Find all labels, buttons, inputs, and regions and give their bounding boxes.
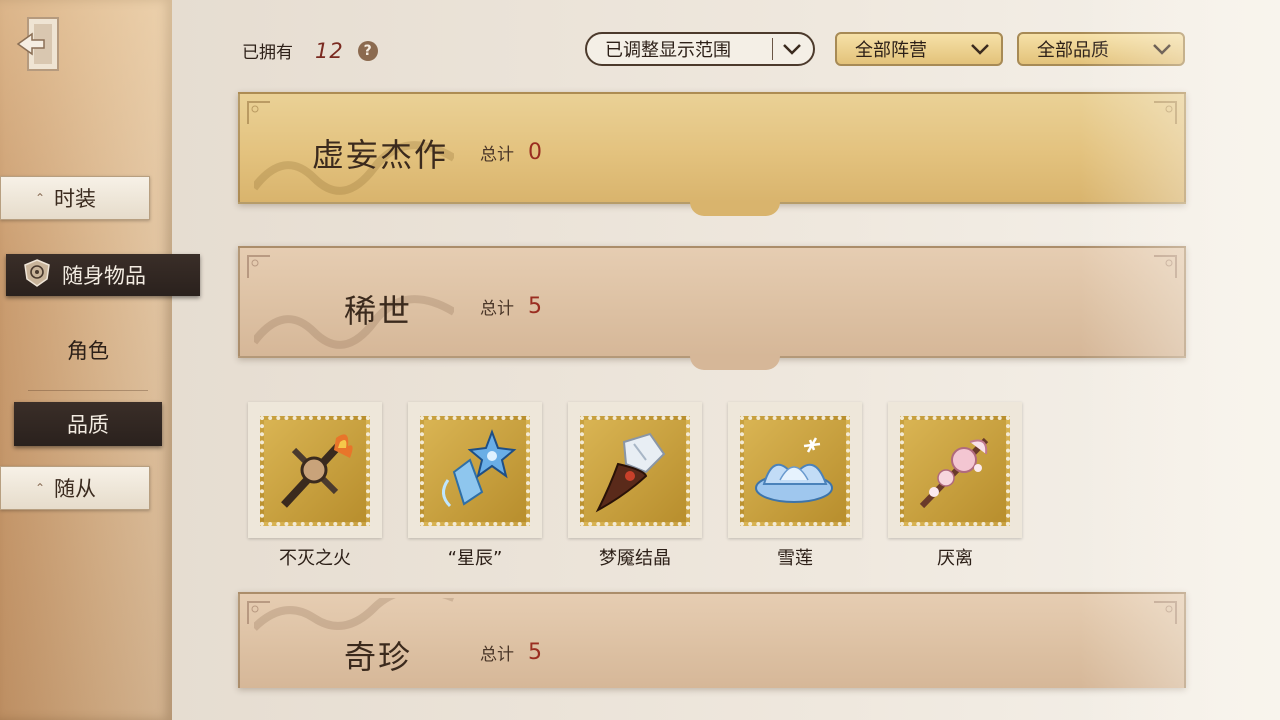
nightmare-crystal-icon xyxy=(580,416,690,526)
shield-icon xyxy=(22,258,52,293)
owned-label: 已拥有 xyxy=(242,43,293,63)
item-card[interactable]: 不灭之火 xyxy=(248,402,382,570)
dropdown-label: 已调整显示范围 xyxy=(605,40,731,61)
corner-ornament-icon xyxy=(1154,101,1177,124)
pink-blossom-icon xyxy=(900,416,1010,526)
section-tab xyxy=(690,356,780,370)
total-count: 5 xyxy=(528,294,542,319)
sidebar-item-fashion[interactable]: ⌃ 时装 xyxy=(0,176,150,220)
sidebar-item-label: 随身物品 xyxy=(62,264,146,288)
corner-ornament-icon xyxy=(1154,255,1177,278)
item-name: “星辰” xyxy=(447,548,503,569)
section-banner-masterpiece[interactable]: 虚妄杰作 总计 0 xyxy=(238,92,1186,216)
section-title: 稀世 xyxy=(344,292,413,330)
section-title: 虚妄杰作 xyxy=(312,136,449,174)
corner-ornament-icon xyxy=(1154,601,1177,624)
total-label: 总计 xyxy=(480,145,514,165)
section-title: 奇珍 xyxy=(344,638,413,676)
chevron-up-icon: ⌃ xyxy=(35,191,46,205)
sidebar-item-character[interactable]: 角色 xyxy=(30,330,146,370)
total-label: 总计 xyxy=(480,299,514,319)
chevron-down-icon xyxy=(971,44,989,55)
section-banner-treasure[interactable]: 奇珍 总计 5 xyxy=(238,592,1186,688)
section-total: 总计 5 xyxy=(480,294,542,319)
total-label: 总计 xyxy=(480,645,514,665)
section-banner-rare[interactable]: 稀世 总计 5 xyxy=(238,246,1186,370)
stamp-frame xyxy=(568,402,702,538)
item-name: 雪莲 xyxy=(777,548,813,569)
sidebar-item-followers[interactable]: ⌃ 随从 xyxy=(0,466,150,510)
owned-count: 12 xyxy=(315,38,344,63)
owned-counter: 已拥有 12 ? xyxy=(242,38,378,63)
section-total: 总计 5 xyxy=(480,640,542,665)
item-card[interactable]: 厌离 xyxy=(888,402,1022,570)
snow-lotus-icon xyxy=(740,416,850,526)
item-name: 梦魇结晶 xyxy=(599,548,671,569)
sidebar-item-label: 随从 xyxy=(54,477,96,501)
stamp-frame xyxy=(728,402,862,538)
dropdown-label: 全部阵营 xyxy=(855,40,927,61)
item-name: 不灭之火 xyxy=(279,548,351,569)
star-crystal-icon xyxy=(420,416,530,526)
total-count: 0 xyxy=(528,140,542,165)
faction-dropdown[interactable]: 全部阵营 xyxy=(835,32,1003,66)
section-tab xyxy=(690,202,780,216)
corner-ornament-icon xyxy=(247,255,270,278)
stamp-frame xyxy=(408,402,542,538)
divider xyxy=(28,390,148,391)
section-total: 总计 0 xyxy=(480,140,542,165)
help-icon[interactable]: ? xyxy=(357,40,378,61)
item-card[interactable]: 梦魇结晶 xyxy=(568,402,702,570)
corner-ornament-icon xyxy=(247,601,270,624)
dropdown-label: 全部品质 xyxy=(1037,40,1109,61)
chevron-down-icon xyxy=(783,44,801,55)
main-panel: 已拥有 12 ? 已调整显示范围 全部阵营 全部品质 虚妄杰作 总计 0 稀世 … xyxy=(172,0,1280,720)
chevron-down-icon xyxy=(1153,44,1171,55)
sidebar-item-quality[interactable]: 品质 xyxy=(14,402,162,446)
sidebar-item-accessories[interactable]: 随身物品 xyxy=(6,254,200,296)
stamp-frame xyxy=(888,402,1022,538)
flame-cross-icon xyxy=(260,416,370,526)
sidebar-item-label: 时装 xyxy=(54,187,96,211)
sidebar-item-label: 角色 xyxy=(67,339,109,363)
item-card[interactable]: 雪莲 xyxy=(728,402,862,570)
sidebar-item-label: 品质 xyxy=(67,413,109,437)
display-range-dropdown[interactable]: 已调整显示范围 xyxy=(585,32,815,66)
sidebar: ⌃ 时装 随身物品 角色 品质 ⌃ 随从 xyxy=(0,0,200,720)
total-count: 5 xyxy=(528,640,542,665)
quality-dropdown[interactable]: 全部品质 xyxy=(1017,32,1185,66)
chevron-up-icon: ⌃ xyxy=(35,481,46,495)
item-card[interactable]: “星辰” xyxy=(408,402,542,570)
divider xyxy=(772,38,773,60)
stamp-frame xyxy=(248,402,382,538)
corner-ornament-icon xyxy=(247,101,270,124)
exit-icon[interactable] xyxy=(14,14,64,74)
item-name: 厌离 xyxy=(937,548,973,569)
